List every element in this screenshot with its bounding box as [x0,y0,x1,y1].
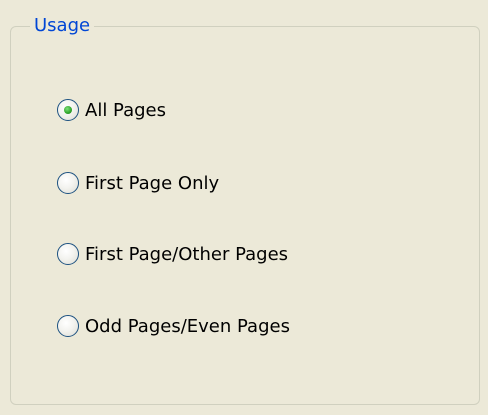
usage-groupbox-title: Usage [30,16,95,36]
radio-option-first-page-other-pages[interactable]: First Page/Other Pages [57,241,288,267]
radio-option-first-page-only[interactable]: First Page Only [57,170,219,196]
radio-dot [64,106,72,114]
radio-option-odd-even-pages[interactable]: Odd Pages/Even Pages [57,313,290,339]
radio-unselected-icon[interactable] [57,243,79,265]
usage-groupbox [10,26,480,405]
radio-selected-icon[interactable] [57,99,79,121]
radio-label-all-pages: All Pages [85,99,166,121]
radio-label-first-page-other-pages: First Page/Other Pages [85,243,289,265]
radio-option-all-pages[interactable]: All Pages [57,97,166,123]
radio-unselected-icon[interactable] [57,172,79,194]
radio-label-odd-even-pages: Odd Pages/Even Pages [85,315,290,337]
radio-unselected-icon[interactable] [57,315,79,337]
radio-label-first-page-only: First Page Only [85,172,220,194]
